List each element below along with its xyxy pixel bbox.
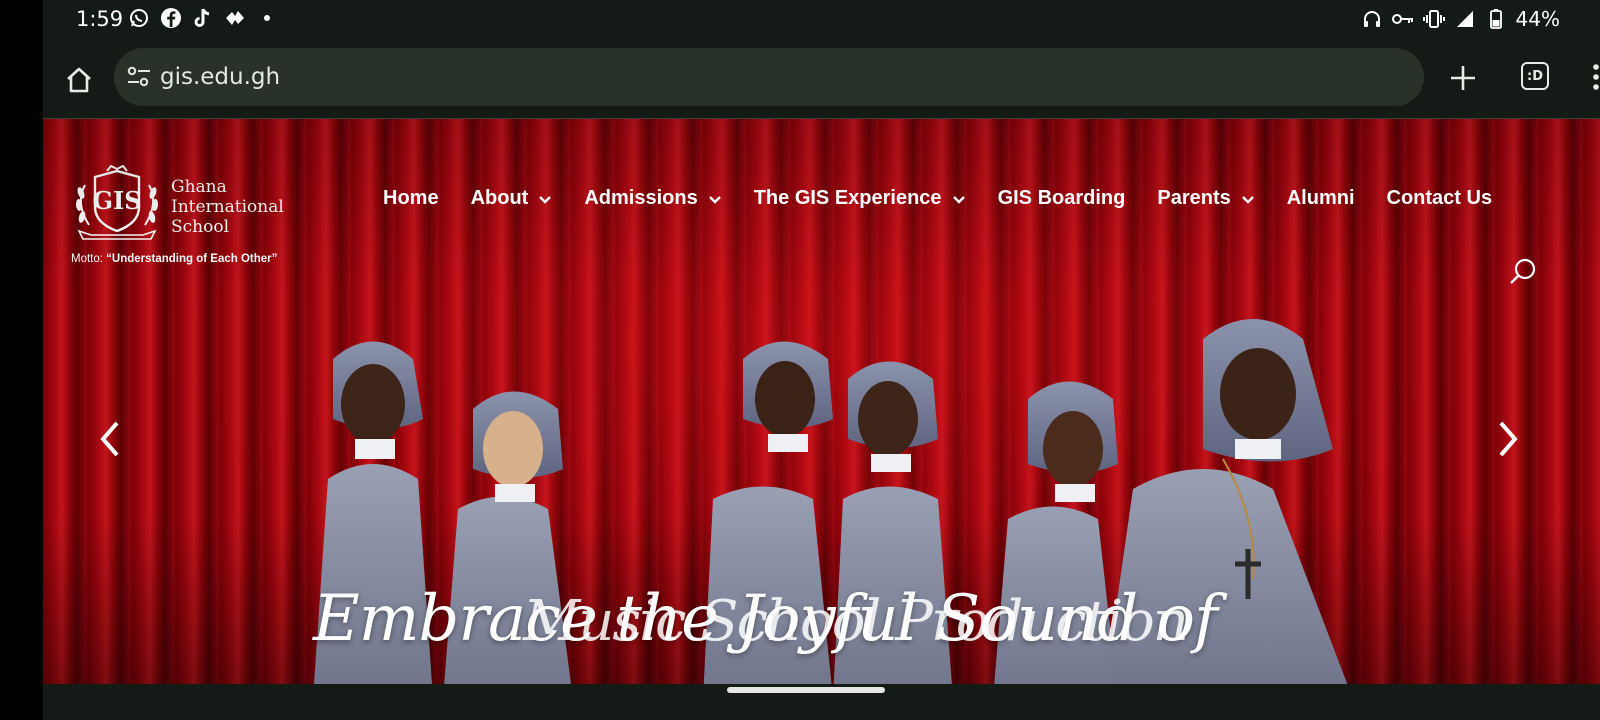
nav-about-label: About	[470, 187, 529, 209]
nav-gis-experience[interactable]: The GIS Experience	[754, 187, 966, 210]
school-name-line-2: International	[171, 197, 284, 217]
nav-gis-experience-label: The GIS Experience	[753, 187, 942, 209]
nav-home[interactable]: Home	[383, 187, 439, 210]
school-name-line-3: School	[171, 217, 230, 237]
main-navigation: Home About Admissions The GIS Experience…	[383, 187, 1492, 210]
school-crest-logo: GIS	[75, 165, 159, 240]
whatsapp-icon	[128, 7, 150, 29]
dot-icon	[256, 7, 278, 29]
headphones-icon	[1361, 8, 1383, 30]
phone-screen: 1:59 44% gis.edu.gh:D GIS Ghana Interna…	[43, 0, 1600, 720]
chevron-down-icon	[952, 195, 965, 204]
nav-contact-us[interactable]: Contact Us	[1387, 187, 1493, 210]
nav-alumni-label: Alumni	[1286, 187, 1355, 209]
motto-prefix: Motto:	[71, 253, 107, 265]
url-text[interactable]: gis.edu.gh	[160, 64, 280, 90]
site-settings-icon[interactable]	[126, 65, 152, 89]
new-tab-button[interactable]	[1445, 60, 1481, 96]
more-vert-icon	[1593, 64, 1599, 90]
crest-text: GIS	[92, 186, 141, 215]
address-bar[interactable]: gis.edu.gh	[114, 48, 1424, 106]
site-logo[interactable]: GIS Ghana International School Motto: “U…	[71, 165, 291, 270]
gesture-bar	[43, 684, 1600, 720]
school-name: Ghana International School	[171, 177, 284, 237]
nav-contact-us-label: Contact Us	[1386, 187, 1493, 209]
system-icons: 44%	[1361, 7, 1560, 31]
chevron-down-icon	[1241, 195, 1254, 204]
nav-alumni[interactable]: Alumni	[1287, 187, 1355, 210]
signal-icon	[1454, 8, 1476, 30]
school-name-line-1: Ghana	[171, 177, 227, 197]
nav-admissions-label: Admissions	[584, 187, 698, 209]
notification-icons	[128, 7, 278, 29]
facebook-icon	[160, 7, 182, 29]
hero-caption-transition: Music School Production	[523, 589, 1189, 654]
nav-gis-boarding[interactable]: GIS Boarding	[998, 187, 1126, 210]
chevron-down-icon	[539, 195, 552, 204]
vibrate-icon	[1422, 8, 1445, 30]
hero-slider: GIS Ghana International School Motto: “U…	[43, 119, 1600, 684]
chevron-right-icon	[1499, 421, 1518, 457]
slider-prev-button[interactable]	[95, 419, 125, 459]
status-time: 1:59	[76, 7, 124, 31]
nav-parents[interactable]: Parents	[1157, 187, 1254, 210]
search-icon[interactable]	[1508, 257, 1538, 287]
nav-gis-boarding-label: GIS Boarding	[997, 187, 1126, 209]
browser-toolbar: gis.edu.gh :D	[43, 38, 1600, 118]
plus-icon	[1451, 66, 1475, 90]
slider-next-button[interactable]	[1493, 419, 1523, 459]
status-bar: 1:59 44%	[43, 0, 1600, 38]
chevron-down-icon	[708, 195, 721, 204]
nav-about[interactable]: About	[471, 187, 553, 210]
battery-percent: 44%	[1515, 7, 1560, 31]
tab-switcher-button[interactable]: :D	[1521, 62, 1549, 90]
school-motto: Motto: “Understanding of Each Other”	[71, 253, 277, 265]
browser-menu-button[interactable]	[1591, 62, 1600, 92]
motto-text: “Understanding of Each Other”	[106, 253, 278, 265]
home-icon	[67, 67, 91, 93]
nav-home-label: Home	[383, 187, 439, 209]
battery-icon	[1485, 8, 1507, 30]
nav-parents-label: Parents	[1157, 187, 1231, 209]
home-button[interactable]	[61, 62, 97, 98]
home-gesture-handle[interactable]	[727, 687, 885, 693]
app-icon	[224, 7, 246, 29]
nav-admissions[interactable]: Admissions	[584, 187, 721, 210]
tiktok-icon	[192, 7, 214, 29]
chevron-left-icon	[100, 421, 119, 457]
key-icon	[1391, 8, 1414, 30]
